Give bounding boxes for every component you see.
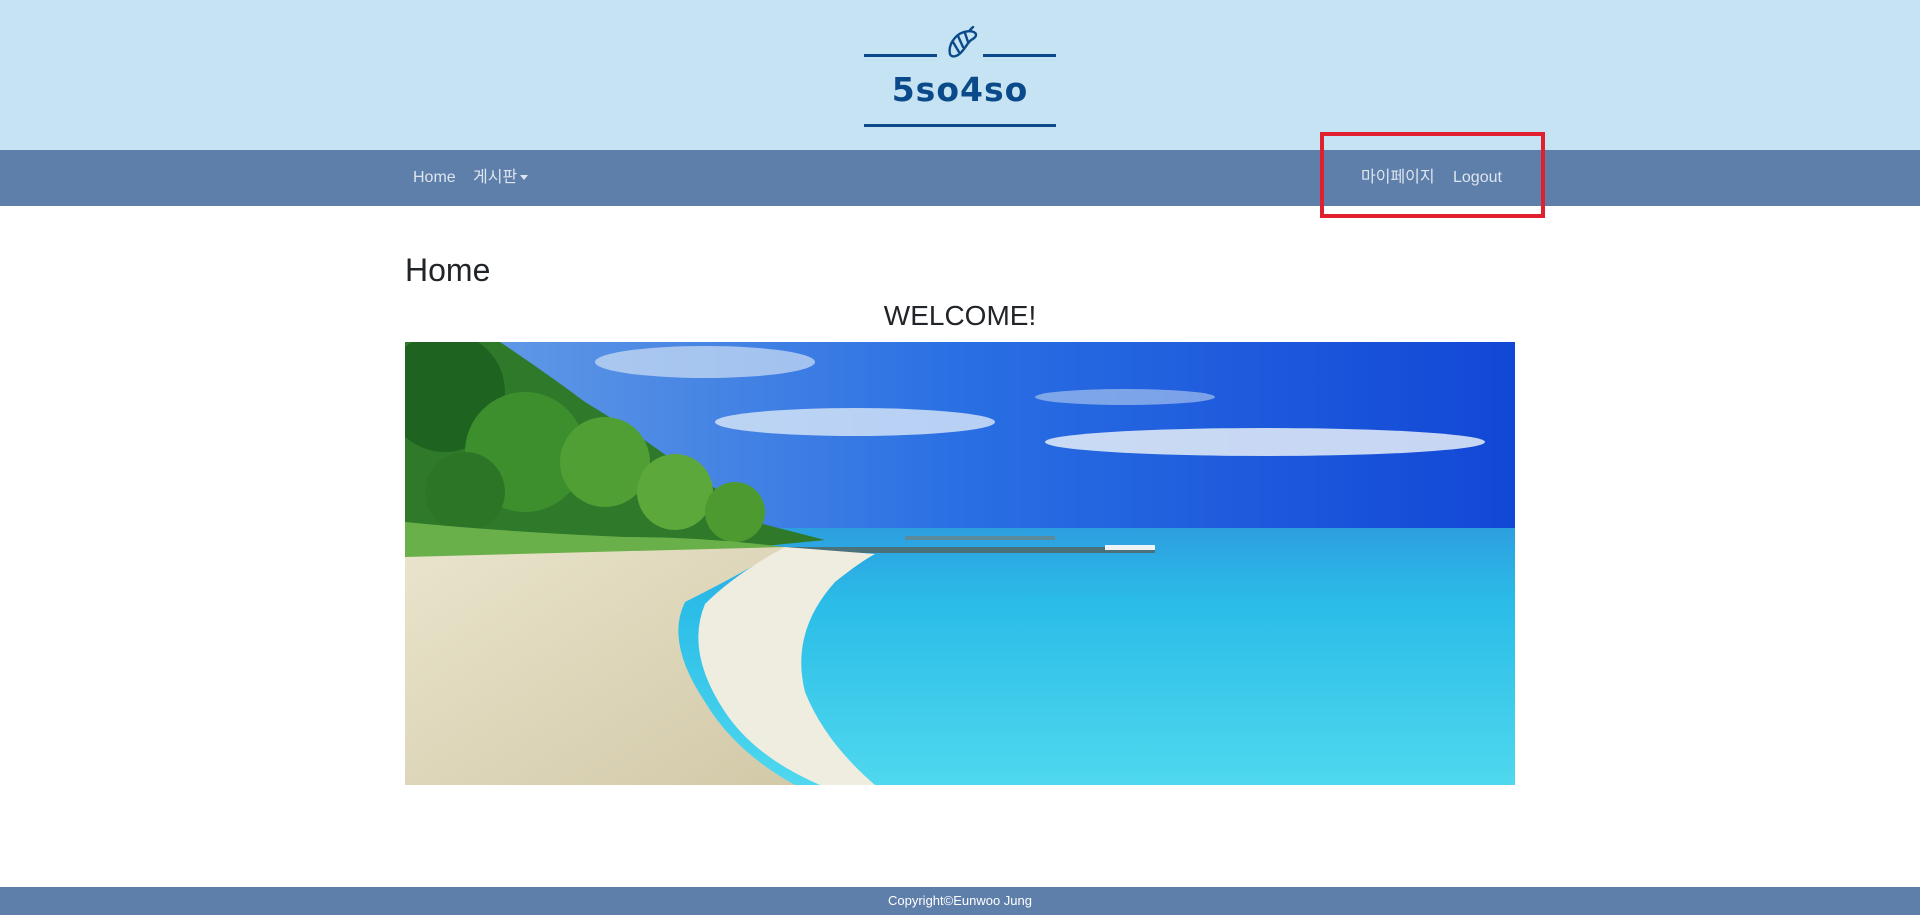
logo-divider-right xyxy=(983,54,1056,57)
nav-board-dropdown[interactable]: 게시판 xyxy=(473,150,529,206)
site-footer: Copyright©Eunwoo Jung xyxy=(0,887,1920,915)
main-navbar: Home 게시판 마이페이지 Logout xyxy=(0,150,1920,206)
site-logo[interactable]: 5so4so xyxy=(864,26,1056,130)
nav-home-link[interactable]: Home xyxy=(413,150,456,206)
page-title: Home xyxy=(405,252,491,288)
welcome-heading: WELCOME! xyxy=(883,300,1037,331)
croissant-icon xyxy=(948,26,978,58)
logo-divider-left xyxy=(864,54,937,57)
site-header: 5so4so xyxy=(0,0,1920,150)
chevron-down-icon xyxy=(520,175,529,181)
logo-title: 5so4so xyxy=(891,70,1029,109)
logo-divider-bottom xyxy=(864,124,1056,127)
highlight-annotation xyxy=(1320,132,1545,218)
tropical-beach-image xyxy=(405,342,1515,785)
nav-board-label: 게시판 xyxy=(473,169,518,186)
